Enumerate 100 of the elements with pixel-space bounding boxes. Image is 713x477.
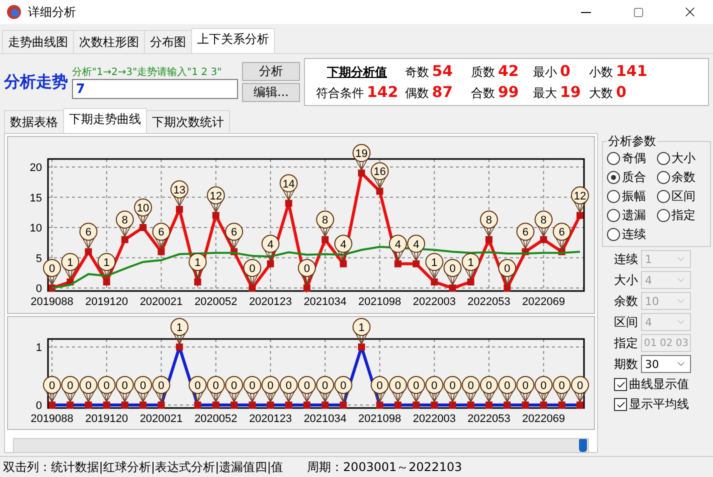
stat-value: 142 bbox=[366, 83, 398, 101]
radio-option[interactable]: 区间 bbox=[656, 188, 706, 205]
data-point bbox=[412, 402, 420, 408]
axis-label: 2021098 bbox=[358, 296, 402, 308]
data-point bbox=[194, 278, 202, 286]
data-point bbox=[358, 170, 366, 177]
data-point bbox=[376, 402, 384, 408]
tab[interactable]: 上下关系分析 bbox=[191, 28, 275, 53]
value-balloon: 1 bbox=[462, 252, 480, 280]
data-point bbox=[266, 402, 274, 408]
action-button[interactable]: 分析 bbox=[242, 62, 300, 81]
field-label: 大小 bbox=[614, 272, 638, 288]
action-button[interactable]: 编辑... bbox=[242, 83, 300, 102]
stat-value: 0 bbox=[616, 83, 626, 101]
data-point bbox=[303, 402, 310, 408]
data-point bbox=[212, 212, 220, 219]
data-point bbox=[394, 402, 402, 408]
axis-label: 0 bbox=[36, 283, 42, 295]
window-title: 详细分析 bbox=[28, 4, 77, 20]
data-point bbox=[140, 402, 147, 408]
stat-value: 42 bbox=[498, 62, 519, 80]
scrollbar-track[interactable] bbox=[13, 438, 589, 453]
axis-label: 2020021 bbox=[140, 413, 183, 425]
value-balloon: 8 bbox=[316, 210, 334, 238]
value-balloon: 10 bbox=[134, 198, 152, 226]
value-balloon: 14 bbox=[280, 174, 298, 202]
value-balloon: 6 bbox=[79, 222, 98, 250]
data-point bbox=[449, 402, 456, 408]
radio-option[interactable]: 振幅 bbox=[607, 188, 656, 205]
data-point bbox=[358, 344, 366, 350]
stat-value: 99 bbox=[498, 83, 519, 101]
radio-option[interactable]: 质合 bbox=[607, 169, 656, 186]
stat-value: 0 bbox=[560, 62, 570, 80]
radio-option[interactable]: 余数 bbox=[656, 169, 706, 186]
axis-label: 2020052 bbox=[194, 296, 238, 308]
input-field[interactable]: 7 bbox=[72, 79, 238, 99]
value-balloon: 1 bbox=[98, 252, 116, 280]
value-balloon: 0 bbox=[225, 376, 244, 403]
axis-label: 2022003 bbox=[412, 413, 456, 425]
radio-option[interactable]: 指定 bbox=[656, 207, 706, 224]
dropdown[interactable]: 30 bbox=[641, 355, 691, 373]
data-point bbox=[430, 402, 438, 408]
data-point bbox=[504, 284, 511, 292]
value-balloon: 0 bbox=[480, 376, 498, 403]
stat-label: 最大 bbox=[533, 85, 557, 102]
status-text: 周期：2003001～2022103 bbox=[307, 458, 462, 476]
value-balloon: 0 bbox=[534, 376, 553, 403]
radio-option[interactable]: 连续 bbox=[607, 226, 656, 243]
stat-value: 19 bbox=[560, 83, 581, 101]
data-point bbox=[194, 402, 202, 408]
axis-label: 2020123 bbox=[249, 296, 292, 308]
field-label: 区间 bbox=[614, 314, 638, 330]
value-balloon: 0 bbox=[444, 259, 462, 286]
value-balloon: 4 bbox=[407, 234, 426, 262]
value-balloon: 0 bbox=[444, 376, 462, 403]
value-balloon: 0 bbox=[298, 376, 316, 403]
scrollbar-thumb[interactable] bbox=[579, 439, 587, 452]
value-balloon: 4 bbox=[261, 234, 280, 262]
summary-title: 下期分析值 bbox=[326, 64, 388, 81]
radio-option[interactable]: 大小 bbox=[656, 150, 706, 167]
value-balloon: 0 bbox=[280, 376, 298, 403]
radio-option[interactable]: 遗漏 bbox=[607, 207, 656, 224]
data-point bbox=[394, 260, 402, 268]
data-point bbox=[84, 402, 92, 408]
value-balloon: 0 bbox=[134, 376, 152, 403]
axis-label: 2020021 bbox=[140, 296, 183, 308]
value-balloon: 4 bbox=[388, 234, 407, 262]
value-balloon: 0 bbox=[334, 376, 352, 403]
tab[interactable]: 下期走势曲线 bbox=[63, 108, 147, 133]
data-point bbox=[540, 236, 548, 244]
data-point bbox=[322, 402, 329, 408]
value-balloon: 12 bbox=[571, 186, 589, 214]
field-label: 连续 bbox=[614, 250, 638, 268]
tab[interactable]: 数据表格 bbox=[4, 110, 64, 133]
checkbox[interactable]: 曲线显示值 bbox=[602, 376, 711, 393]
tab[interactable]: 走势曲线图 bbox=[2, 30, 74, 53]
data-point bbox=[412, 260, 420, 268]
axis-label: 2021098 bbox=[358, 413, 402, 425]
data-point bbox=[103, 402, 110, 408]
data-point bbox=[84, 248, 92, 256]
maximize-icon bbox=[632, 6, 644, 18]
axis-label: 2022053 bbox=[468, 413, 510, 425]
value-balloon: 0 bbox=[116, 376, 134, 403]
value-balloon: 0 bbox=[388, 376, 407, 403]
value-balloon: 8 bbox=[116, 210, 134, 238]
value-balloon: 0 bbox=[79, 376, 98, 403]
app-icon bbox=[6, 4, 22, 20]
value-balloon: 1 bbox=[170, 318, 188, 345]
value-balloon: 6 bbox=[552, 222, 571, 250]
checkbox[interactable]: 显示平均线 bbox=[602, 396, 711, 413]
data-point bbox=[48, 402, 56, 408]
data-point bbox=[248, 284, 256, 292]
input-hint: 分析"1→2→3"走势请输入"1 2 3" bbox=[72, 66, 223, 79]
field-label: 期数 bbox=[614, 356, 638, 372]
value-balloon: 16 bbox=[370, 162, 389, 190]
tab[interactable]: 下期次数统计 bbox=[146, 110, 230, 133]
radio-option[interactable]: 奇偶 bbox=[607, 150, 656, 167]
value-balloon: 0 bbox=[462, 376, 480, 403]
value-balloon: 1 bbox=[425, 252, 444, 280]
axis-label: 2019088 bbox=[30, 296, 74, 308]
